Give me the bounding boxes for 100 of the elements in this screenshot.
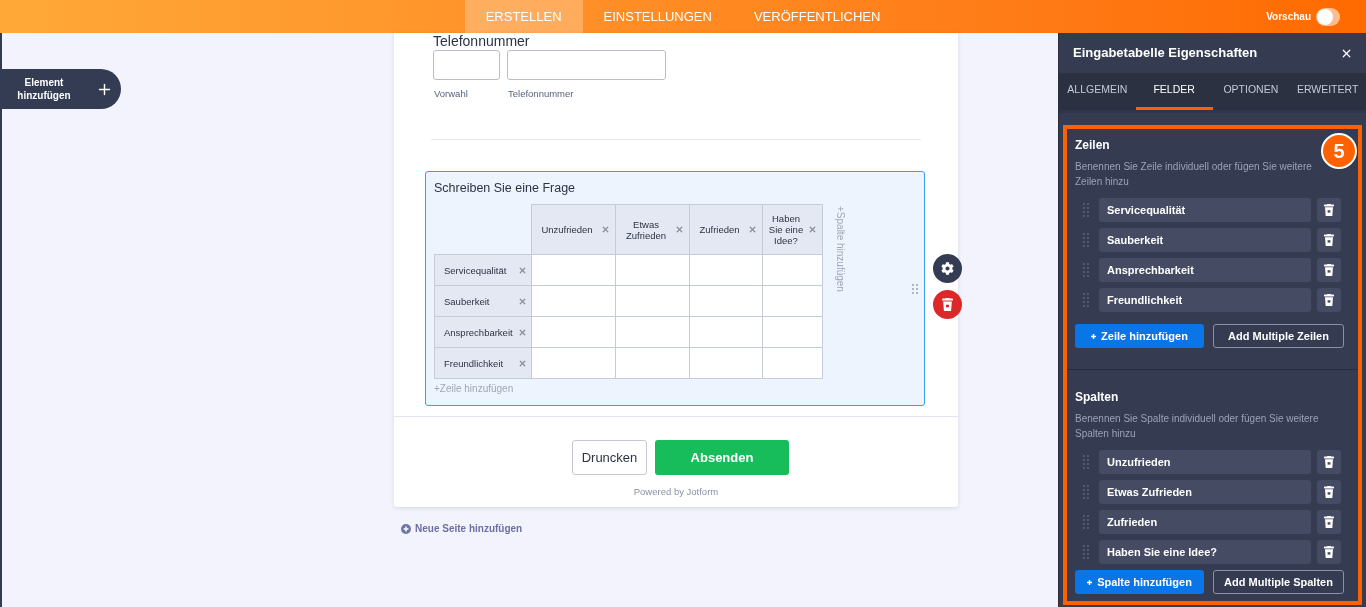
drag-handle-icon[interactable] bbox=[1083, 232, 1089, 248]
plus-icon bbox=[1087, 579, 1093, 585]
plus-circle-icon bbox=[401, 523, 411, 534]
input-cell[interactable] bbox=[689, 254, 763, 286]
item-name-field[interactable]: Unzufrieden bbox=[1099, 450, 1311, 474]
delete-item-button[interactable] bbox=[1317, 198, 1341, 222]
panel-tab[interactable]: ALLGEMEIN bbox=[1059, 73, 1136, 110]
field-sublabel: Vorwahl bbox=[433, 88, 468, 100]
input-cell[interactable] bbox=[762, 254, 823, 286]
drag-handle-icon[interactable] bbox=[912, 284, 918, 295]
x-icon[interactable] bbox=[748, 225, 757, 234]
row-header[interactable]: Sauberkeit bbox=[434, 285, 532, 317]
trash-icon bbox=[1324, 264, 1334, 276]
delete-item-button[interactable] bbox=[1317, 450, 1341, 474]
panel-title: Eingabetabelle Eigenschaften bbox=[1073, 44, 1258, 63]
trash-icon bbox=[1324, 456, 1334, 468]
step-badge: 5 bbox=[1321, 133, 1357, 169]
input-field[interactable] bbox=[507, 50, 666, 80]
column-header[interactable]: Zufrieden bbox=[689, 204, 763, 255]
preview-toggle[interactable] bbox=[1316, 7, 1340, 26]
x-icon[interactable] bbox=[518, 327, 527, 337]
item-name-field[interactable]: Haben Sie eine Idee? bbox=[1099, 540, 1311, 564]
field-sublabel: Telefonnummer bbox=[507, 88, 574, 100]
input-field[interactable] bbox=[433, 50, 500, 80]
item-name-field[interactable]: Zufrieden bbox=[1099, 510, 1311, 534]
drag-handle-icon[interactable] bbox=[1083, 484, 1089, 500]
x-icon[interactable] bbox=[518, 265, 527, 275]
input-cell[interactable] bbox=[615, 254, 690, 286]
input-cell[interactable] bbox=[531, 285, 616, 317]
add-item-button[interactable]: Zeile hinzufügen bbox=[1075, 324, 1204, 348]
powered-by-text: Powered by Jotform bbox=[633, 486, 719, 498]
input-cell[interactable] bbox=[762, 316, 823, 348]
delete-item-button[interactable] bbox=[1317, 540, 1341, 564]
item-name-field[interactable]: Sauberkeit bbox=[1099, 228, 1311, 252]
drag-handle-icon[interactable] bbox=[1083, 202, 1089, 218]
section-title: Zeilen bbox=[1075, 138, 1110, 153]
input-cell[interactable] bbox=[762, 347, 823, 379]
field-label: Telefonnummer bbox=[433, 33, 530, 49]
delete-item-button[interactable] bbox=[1317, 258, 1341, 282]
section-description: Benennen Sie Zeile individuell oder fügen Sie weitere Zeilen hinzu bbox=[1075, 160, 1313, 189]
drag-handle-icon[interactable] bbox=[1083, 262, 1089, 278]
delete-item-button[interactable] bbox=[1317, 510, 1341, 534]
delete-item-button[interactable] bbox=[1317, 228, 1341, 252]
input-cell[interactable] bbox=[689, 347, 763, 379]
settings-button[interactable] bbox=[933, 254, 962, 283]
input-cell[interactable] bbox=[531, 316, 616, 348]
row-header[interactable]: Freundlichkeit bbox=[434, 347, 532, 379]
trash-icon bbox=[1324, 234, 1334, 246]
item-name-field[interactable]: Etwas Zufrieden bbox=[1099, 480, 1311, 504]
print-button[interactable]: Druncken bbox=[572, 440, 647, 475]
add-page-link[interactable]: Neue Seite hinzufügen bbox=[401, 521, 523, 536]
input-cell[interactable] bbox=[531, 347, 616, 379]
x-icon[interactable] bbox=[518, 358, 527, 368]
section-description: Benennen Sie Spalte individuell oder fügen Sie weitere Spalten hinzu bbox=[1075, 412, 1320, 441]
add-multiple-button[interactable]: Add Multiple Zeilen bbox=[1213, 324, 1344, 348]
item-name-field[interactable]: Ansprechbarkeit bbox=[1099, 258, 1311, 282]
delete-item-button[interactable] bbox=[1317, 480, 1341, 504]
row-label: Freundlichkeit bbox=[444, 357, 505, 369]
column-header[interactable]: Unzufrieden bbox=[531, 204, 616, 255]
item-name-field[interactable]: Servicequalität bbox=[1099, 198, 1311, 222]
add-element-button[interactable]: Element hinzufügen bbox=[2, 69, 121, 109]
input-cell[interactable] bbox=[615, 347, 690, 379]
trash-icon bbox=[1324, 294, 1334, 306]
x-icon[interactable] bbox=[675, 225, 684, 234]
drag-handle-icon[interactable] bbox=[1083, 514, 1089, 530]
x-icon[interactable] bbox=[601, 225, 610, 234]
column-label: Etwas Zufrieden bbox=[624, 218, 668, 241]
input-cell[interactable] bbox=[689, 316, 763, 348]
panel-tab[interactable]: OPTIONEN bbox=[1212, 73, 1290, 110]
column-label: Haben Sie eine Idee? bbox=[767, 213, 805, 246]
drag-handle-icon[interactable] bbox=[1083, 454, 1089, 470]
column-header[interactable]: Etwas Zufrieden bbox=[615, 204, 690, 255]
add-item-button[interactable]: Spalte hinzufügen bbox=[1075, 570, 1204, 594]
column-label: Unzufrieden bbox=[540, 224, 594, 235]
row-header[interactable]: Servicequalität bbox=[434, 254, 532, 286]
trash-icon bbox=[1324, 516, 1334, 528]
x-icon[interactable] bbox=[518, 296, 527, 306]
input-cell[interactable] bbox=[615, 316, 690, 348]
x-icon[interactable] bbox=[808, 225, 817, 234]
plus-icon bbox=[1091, 333, 1097, 339]
column-header[interactable]: Haben Sie eine Idee? bbox=[762, 204, 823, 255]
panel-tab[interactable]: FELDER bbox=[1135, 73, 1213, 110]
add-multiple-button[interactable]: Add Multiple Spalten bbox=[1213, 570, 1344, 594]
item-name-field[interactable]: Freundlichkeit bbox=[1099, 288, 1311, 312]
row-label: Sauberkeit bbox=[444, 295, 491, 307]
input-cell[interactable] bbox=[531, 254, 616, 286]
delete-item-button[interactable] bbox=[1317, 288, 1341, 312]
question-title: Schreiben Sie eine Frage bbox=[434, 180, 576, 196]
drag-handle-icon[interactable] bbox=[1083, 292, 1089, 308]
input-cell[interactable] bbox=[689, 285, 763, 317]
trash-icon bbox=[942, 298, 953, 311]
delete-button[interactable] bbox=[933, 290, 962, 319]
input-cell[interactable] bbox=[762, 285, 823, 317]
input-cell[interactable] bbox=[615, 285, 690, 317]
settings-icon bbox=[941, 262, 954, 275]
trash-icon bbox=[1324, 546, 1334, 558]
drag-handle-icon[interactable] bbox=[1083, 544, 1089, 560]
panel-tab[interactable]: ERWEITERT bbox=[1289, 73, 1366, 110]
row-header[interactable]: Ansprechbarkeit bbox=[434, 316, 532, 348]
trash-icon bbox=[1324, 204, 1334, 216]
